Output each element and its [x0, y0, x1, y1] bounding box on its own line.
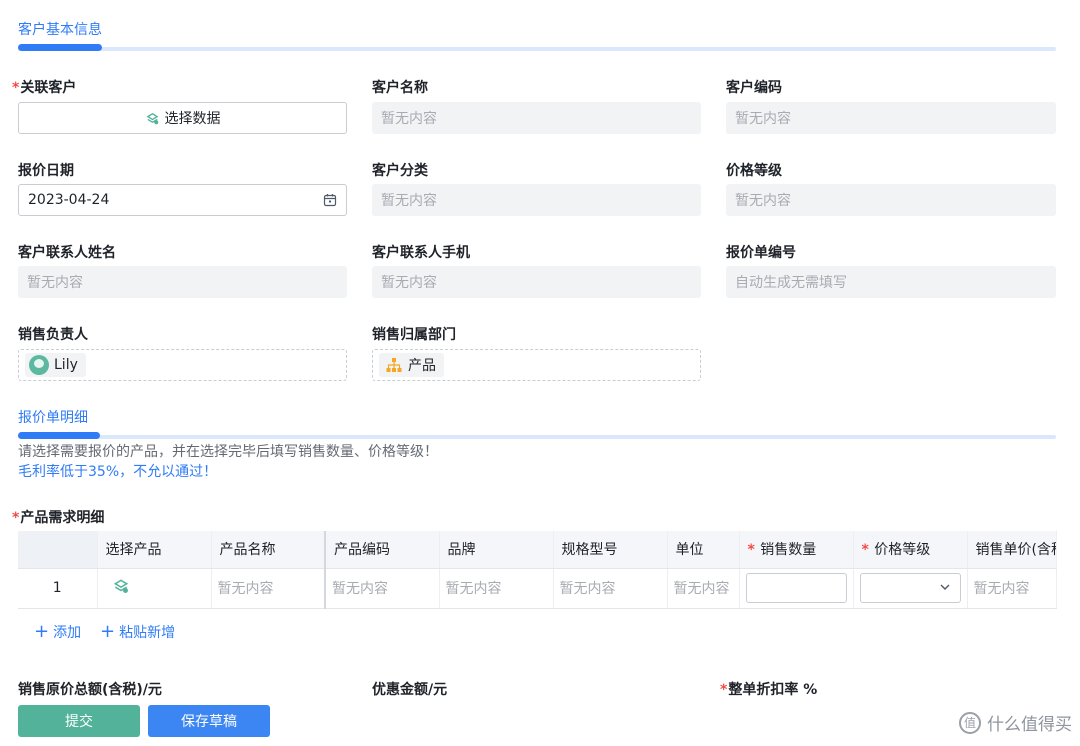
sales-dept-picker[interactable]: 产品	[372, 349, 701, 381]
member-tag[interactable]: Lily	[25, 353, 86, 377]
sales-quantity-input[interactable]	[745, 573, 847, 603]
section-divider	[18, 435, 1056, 439]
column-header-sales-quantity: * 销售数量	[739, 531, 854, 569]
plus-icon: +	[100, 621, 116, 642]
row-index: 1	[18, 568, 98, 609]
quote-date-label: 报价日期	[18, 163, 74, 179]
column-header-unit: 单位	[667, 531, 740, 569]
section-divider	[18, 47, 1056, 51]
discount-amount-label: 优惠金额/元	[372, 682, 448, 698]
unit-price-cell: 暂无内容	[967, 568, 1057, 609]
quote-number-field: 自动生成无需填写	[726, 266, 1056, 298]
select-data-button[interactable]: 选择数据	[18, 102, 347, 134]
customer-name-field: 暂无内容	[372, 102, 701, 134]
column-header-product-name: 产品名称	[211, 531, 326, 569]
customer-category-label: 客户分类	[372, 163, 428, 179]
section-title-quote-detail: 报价单明细	[18, 410, 88, 426]
brand-cell: 暂无内容	[439, 568, 554, 609]
watermark-logo-icon: 值	[959, 711, 981, 734]
select-data-icon	[146, 112, 158, 124]
customer-code-label: 客户编码	[726, 80, 782, 96]
contact-phone-label: 客户联系人手机	[372, 245, 470, 261]
notes-block: 请选择需要报价的产品，并在选择完毕后填写销售数量、价格等级！ 毛利率低于35%，…	[18, 442, 438, 482]
section-divider-accent	[18, 44, 102, 51]
column-header-price-level: * 价格等级	[853, 531, 968, 569]
price-level-cell	[853, 568, 968, 609]
related-customer-label: *关联客户	[12, 80, 77, 96]
price-level-field: 暂无内容	[726, 184, 1056, 216]
section-divider-accent	[18, 432, 100, 439]
required-marker: *	[12, 510, 20, 526]
product-code-cell: 暂无内容	[325, 568, 440, 609]
note-warning: 毛利率低于35%，不允以通过！	[18, 464, 218, 480]
chevron-down-icon	[940, 584, 949, 590]
column-header-spec: 规格型号	[553, 531, 668, 569]
contact-name-label: 客户联系人姓名	[18, 245, 116, 261]
price-level-label: 价格等级	[726, 163, 782, 179]
paste-add-button[interactable]: + 粘贴新增	[100, 622, 175, 642]
required-marker: *	[720, 682, 728, 698]
column-header-unit-price: 销售单价(含税	[967, 531, 1057, 569]
submit-button[interactable]: 提交	[18, 705, 140, 737]
column-header-product-code: 产品编码	[325, 531, 440, 569]
quote-number-label: 报价单编号	[726, 245, 796, 261]
column-header-brand: 品牌	[439, 531, 554, 569]
sales-owner-picker[interactable]: Lily	[18, 349, 347, 381]
original-total-label: 销售原价总额(含税)/元	[18, 682, 162, 698]
table-row: 1 暂无内容 暂无内容 暂无内容 暂无内容 暂无内容 暂无内容	[18, 568, 1057, 609]
avatar	[29, 355, 49, 375]
customer-category-field: 暂无内容	[372, 184, 701, 216]
product-table-label: *产品需求明细	[12, 510, 105, 526]
table-header-row: 选择产品 产品名称 产品编码 品牌 规格型号 单位 * 销售数量 * 价格等级 …	[18, 531, 1057, 569]
required-marker: *	[12, 80, 20, 96]
org-chart-icon	[386, 358, 402, 372]
note-instruction: 请选择需要报价的产品，并在选择完毕后填写销售数量、价格等级！	[18, 444, 438, 460]
calendar-icon[interactable]	[323, 193, 337, 207]
customer-name-label: 客户名称	[372, 80, 428, 96]
plus-icon: +	[34, 621, 50, 642]
contact-name-field: 暂无内容	[18, 266, 347, 298]
column-header-select-product: 选择产品	[97, 531, 212, 569]
watermark: 值 什么值得买	[959, 710, 1072, 735]
select-product-cell[interactable]	[97, 568, 212, 609]
contact-phone-field: 暂无内容	[372, 266, 701, 298]
sales-dept-label: 销售归属部门	[372, 327, 456, 343]
department-tag[interactable]: 产品	[379, 353, 444, 377]
add-row-button[interactable]: + 添加	[34, 622, 81, 642]
price-level-select[interactable]	[859, 573, 961, 603]
spec-cell: 暂无内容	[553, 568, 668, 609]
column-header-index	[18, 531, 98, 569]
unit-cell: 暂无内容	[667, 568, 740, 609]
action-bar: 提交 保存草稿 值 什么值得买	[0, 697, 1080, 746]
customer-code-field: 暂无内容	[726, 102, 1056, 134]
discount-rate-label: *整单折扣率 %	[720, 682, 818, 698]
sales-owner-label: 销售负责人	[18, 327, 88, 343]
product-name-cell: 暂无内容	[211, 568, 326, 609]
section-title-basic-info: 客户基本信息	[18, 22, 102, 38]
select-product-icon[interactable]	[112, 577, 130, 595]
save-draft-button[interactable]: 保存草稿	[148, 705, 270, 737]
quote-date-input[interactable]: 2023-04-24	[18, 184, 347, 216]
product-table: 选择产品 产品名称 产品编码 品牌 规格型号 单位 * 销售数量 * 价格等级 …	[18, 531, 1057, 609]
sales-quantity-cell	[739, 568, 854, 609]
